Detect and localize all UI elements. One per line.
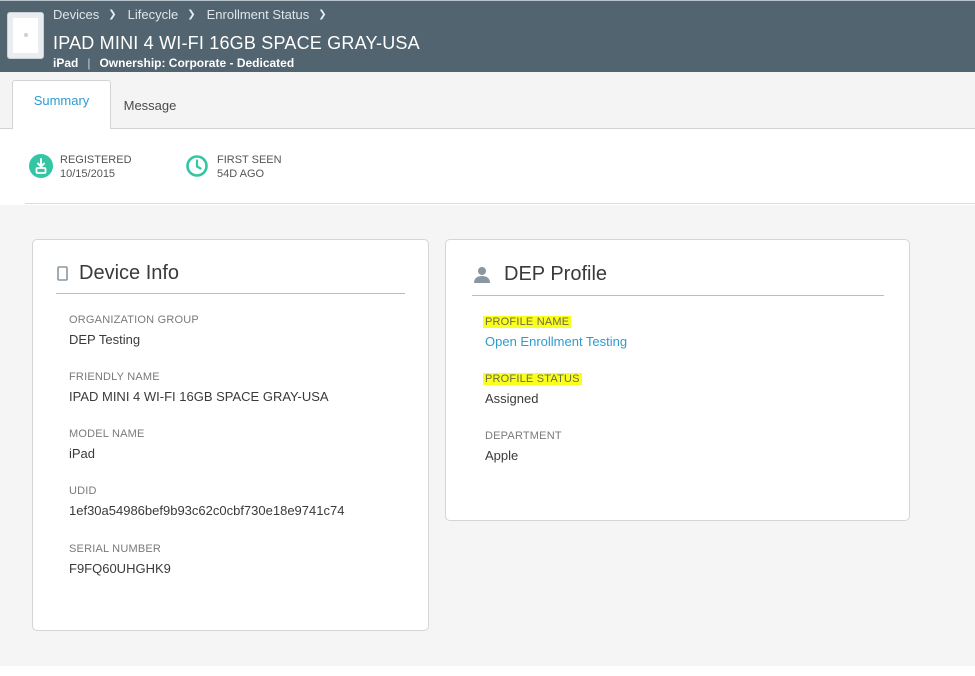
device-subtitle: iPad | Ownership: Corporate - Dedicated: [53, 56, 294, 70]
highlighted-label: PROFILE NAME: [483, 316, 572, 328]
profile-name-link[interactable]: Open Enrollment Testing: [485, 334, 627, 349]
first-seen-status: FIRST SEEN 54D AGO: [185, 153, 282, 183]
department-label: DEPARTMENT: [485, 430, 562, 442]
registered-icon: [29, 154, 53, 178]
org-group-value: DEP Testing: [69, 332, 141, 347]
divider: |: [87, 56, 91, 70]
tab-summary[interactable]: Summary: [12, 80, 111, 130]
divider: [56, 293, 405, 294]
serial-number-value: F9FQ60UHGHK9: [69, 561, 171, 576]
divider: [472, 295, 884, 296]
device-info-title: Device Info: [79, 262, 180, 284]
model-name-value: iPad: [69, 446, 96, 461]
model-name-label: MODEL NAME: [69, 428, 145, 440]
registered-label: REGISTERED: [60, 154, 132, 166]
tablet-icon: [56, 264, 70, 284]
status-divider: [25, 203, 975, 204]
org-group-label: ORGANIZATION GROUP: [69, 314, 199, 326]
registered-date: 10/15/2015: [60, 168, 116, 180]
status-strip: [0, 129, 975, 205]
registered-status: REGISTERED 10/15/2015: [29, 153, 132, 181]
profile-name-label: PROFILE NAME: [483, 316, 572, 328]
serial-number-label: SERIAL NUMBER: [69, 543, 162, 555]
department-value: Apple: [485, 448, 519, 463]
udid-value: 1ef30a54986bef9b93c62c0cbf730e18e9741c74: [69, 503, 345, 518]
page-title: IPAD MINI 4 WI-FI 16GB SPACE GRAY-USA: [53, 33, 420, 53]
clock-icon: [185, 154, 209, 183]
highlighted-label: PROFILE STATUS: [483, 373, 582, 385]
device-info-heading: Device Info: [56, 262, 179, 285]
chevron-right-icon: ❯: [108, 8, 117, 20]
friendly-name-label: FRIENDLY NAME: [69, 371, 160, 383]
profile-status-label: PROFILE STATUS: [483, 373, 582, 385]
udid-label: UDID: [69, 485, 97, 497]
breadcrumb-enrollment-status[interactable]: Enrollment Status: [207, 7, 310, 22]
first-seen-label: FIRST SEEN: [217, 154, 282, 166]
profile-status-value: Assigned: [485, 391, 539, 406]
chevron-right-icon: ❯: [187, 8, 196, 20]
breadcrumb: Devices ❯ Lifecycle ❯ Enrollment Status …: [53, 5, 338, 23]
dep-profile-title: DEP Profile: [504, 263, 608, 285]
user-icon: [472, 265, 492, 285]
device-thumbnail: [7, 12, 44, 59]
device-ownership: Ownership: Corporate - Dedicated: [99, 56, 295, 70]
tab-bar: Summary Message: [0, 72, 975, 130]
tab-message[interactable]: Message: [112, 80, 188, 129]
device-platform: iPad: [53, 56, 79, 70]
first-seen-value: 54D AGO: [217, 168, 265, 180]
breadcrumb-devices[interactable]: Devices: [53, 7, 99, 22]
dep-profile-heading: DEP Profile: [472, 263, 607, 286]
device-header: Devices ❯ Lifecycle ❯ Enrollment Status …: [0, 0, 975, 72]
friendly-name-value: IPAD MINI 4 WI-FI 16GB SPACE GRAY-USA: [69, 389, 329, 404]
chevron-right-icon: ❯: [318, 8, 327, 20]
breadcrumb-lifecycle[interactable]: Lifecycle: [128, 7, 179, 22]
